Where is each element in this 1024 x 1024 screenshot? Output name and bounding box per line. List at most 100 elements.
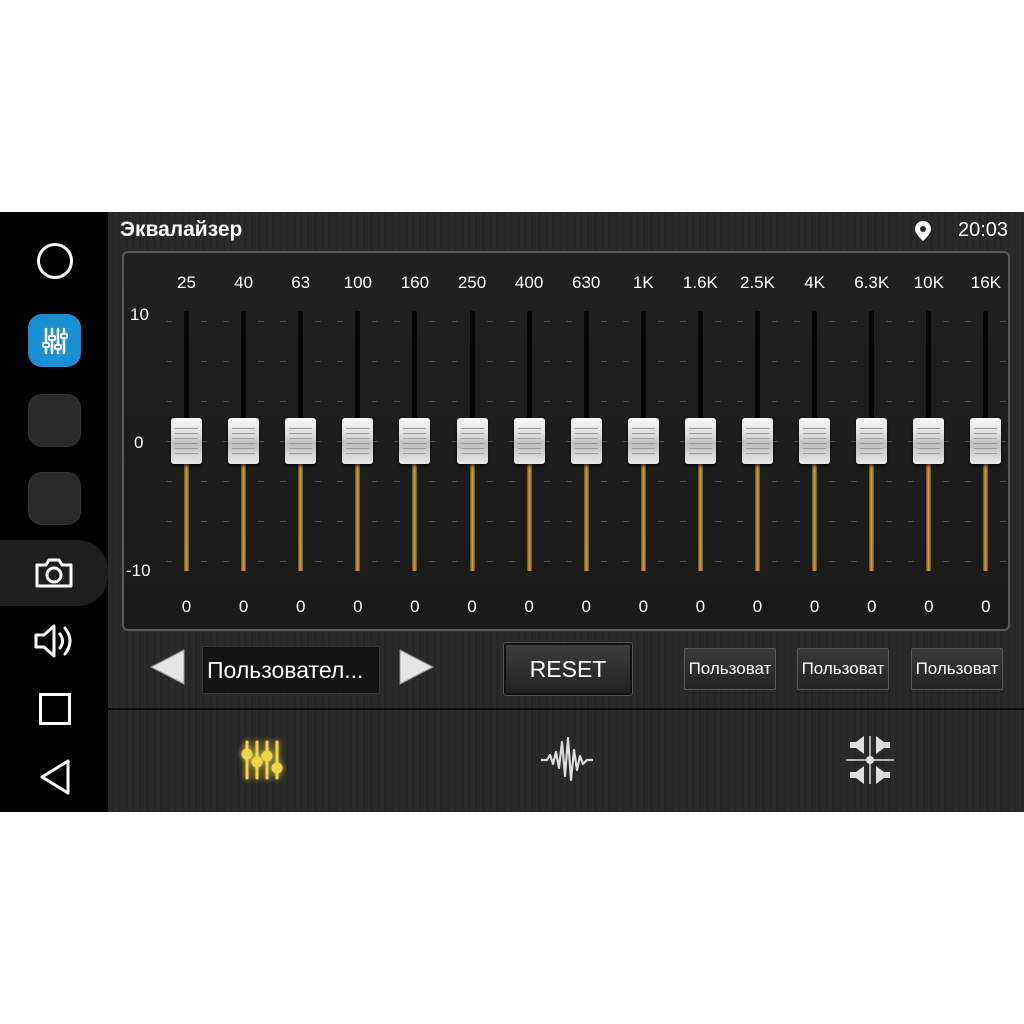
scale-tick <box>714 361 721 362</box>
slider-knob[interactable] <box>399 418 431 464</box>
band-slider-0[interactable]: 25 0 <box>158 253 215 633</box>
user-preset-button-1[interactable]: Пользоват <box>684 648 776 690</box>
scale-tick <box>451 361 458 362</box>
slider-knob[interactable] <box>285 418 317 464</box>
reset-button[interactable]: RESET <box>503 642 633 696</box>
band-slider-7[interactable]: 630 0 <box>558 253 615 633</box>
home-icon <box>37 243 73 279</box>
equalizer-panel: 10 0 -10 25 0 40 0 63 0 100 0 160 0 250 0 400 0 630 0 1K… <box>122 251 1010 631</box>
band-frequency-label: 6.3K <box>854 273 890 292</box>
band-slider-6[interactable]: 400 0 <box>501 253 558 633</box>
scale-tick <box>394 401 401 402</box>
slider-knob[interactable] <box>513 418 545 464</box>
scale-tick <box>258 521 265 522</box>
slider-knob[interactable] <box>970 418 1002 464</box>
scale-tick <box>829 481 836 482</box>
band-value-label: 0 <box>866 597 877 616</box>
scale-tick <box>223 361 230 362</box>
scale-tick <box>851 521 858 522</box>
scale-tick <box>965 481 972 482</box>
slider-knob[interactable] <box>799 418 831 464</box>
home-button[interactable] <box>30 236 80 286</box>
scale-tick <box>679 481 686 482</box>
app-slot-2[interactable] <box>28 472 81 525</box>
slider-knob[interactable] <box>856 418 888 464</box>
slider-knob[interactable] <box>570 418 602 464</box>
scale-tick <box>943 481 950 482</box>
equalizer-app-button[interactable] <box>28 314 81 367</box>
band-slider-10[interactable]: 2.5K 0 <box>729 253 786 633</box>
band-frequency-label: 250 <box>457 273 487 292</box>
scale-tick <box>829 361 836 362</box>
slider-knob[interactable] <box>742 418 773 464</box>
user-preset-button-2[interactable]: Пользоват <box>797 648 889 690</box>
tab-sound-effects[interactable] <box>532 722 602 798</box>
scale-tick <box>201 321 207 322</box>
band-frequency-label: 100 <box>343 273 372 292</box>
prev-preset-button[interactable] <box>148 647 188 687</box>
scale-tick <box>714 321 721 322</box>
app-slot-1[interactable] <box>28 394 81 447</box>
slider-knob[interactable] <box>684 418 716 464</box>
slider-knob[interactable] <box>456 418 488 464</box>
band-slider-8[interactable]: 1K 0 <box>615 253 672 633</box>
scale-tick <box>429 361 436 362</box>
system-nav-bar <box>0 212 108 812</box>
scale-tick <box>451 561 458 562</box>
screenshot-button[interactable] <box>0 540 108 606</box>
status-clock: 20:03 <box>958 219 1009 241</box>
scale-tick <box>679 521 686 522</box>
tab-balance[interactable] <box>835 722 905 798</box>
volume-button[interactable] <box>30 616 80 666</box>
sound-wave-icon <box>541 736 593 782</box>
band-slider-9[interactable]: 1.6K 0 <box>672 253 729 633</box>
slider-knob[interactable] <box>627 418 659 464</box>
slider-knob[interactable] <box>171 418 202 464</box>
scale-tick <box>737 521 743 522</box>
band-value-label: 0 <box>238 597 249 616</box>
scale-zero-label: 0 <box>134 433 144 452</box>
scale-max-label: 10 <box>130 305 149 324</box>
scale-tick <box>622 361 629 362</box>
slider-knob[interactable] <box>913 418 945 464</box>
scale-tick <box>794 361 801 362</box>
scale-tick <box>886 441 893 442</box>
band-slider-11[interactable]: 4K 0 <box>786 253 843 633</box>
scale-tick <box>965 521 972 522</box>
scale-tick <box>657 521 664 522</box>
slider-knob[interactable] <box>228 418 260 464</box>
scale-tick <box>943 401 950 402</box>
slider-track-level <box>926 458 932 571</box>
band-slider-5[interactable]: 250 0 <box>444 253 501 633</box>
scale-tick <box>166 401 172 402</box>
scale-tick <box>851 401 858 402</box>
scale-tick <box>737 321 743 322</box>
slider-knob[interactable] <box>342 418 374 464</box>
next-preset-button[interactable] <box>396 647 436 687</box>
band-slider-12[interactable]: 6.3K 0 <box>843 253 900 633</box>
band-slider-3[interactable]: 100 0 <box>329 253 386 633</box>
scale-tick <box>657 481 664 482</box>
scale-tick <box>337 361 344 362</box>
scale-tick <box>565 401 572 402</box>
band-value-label: 0 <box>467 597 477 616</box>
scale-tick <box>622 321 629 322</box>
scale-tick <box>657 561 664 562</box>
band-slider-14[interactable]: 16K 0 <box>957 253 1014 633</box>
scale-tick <box>258 401 265 402</box>
scale-tick <box>600 321 607 322</box>
band-slider-4[interactable]: 160 0 <box>386 253 443 633</box>
tab-equalizer[interactable] <box>226 722 296 798</box>
preset-name-display[interactable]: Пользовател... <box>202 646 380 694</box>
scale-tick <box>829 561 836 562</box>
scale-tick <box>851 561 858 562</box>
band-slider-1[interactable]: 40 0 <box>215 253 272 633</box>
user-preset-button-3[interactable]: Пользоват <box>911 648 1003 690</box>
recents-icon <box>39 693 71 725</box>
recents-button[interactable] <box>30 684 80 734</box>
band-slider-13[interactable]: 10K 0 <box>900 253 957 633</box>
scale-tick <box>657 321 664 322</box>
back-button[interactable] <box>30 752 80 802</box>
band-slider-2[interactable]: 63 0 <box>272 253 329 633</box>
scale-tick <box>372 441 379 442</box>
